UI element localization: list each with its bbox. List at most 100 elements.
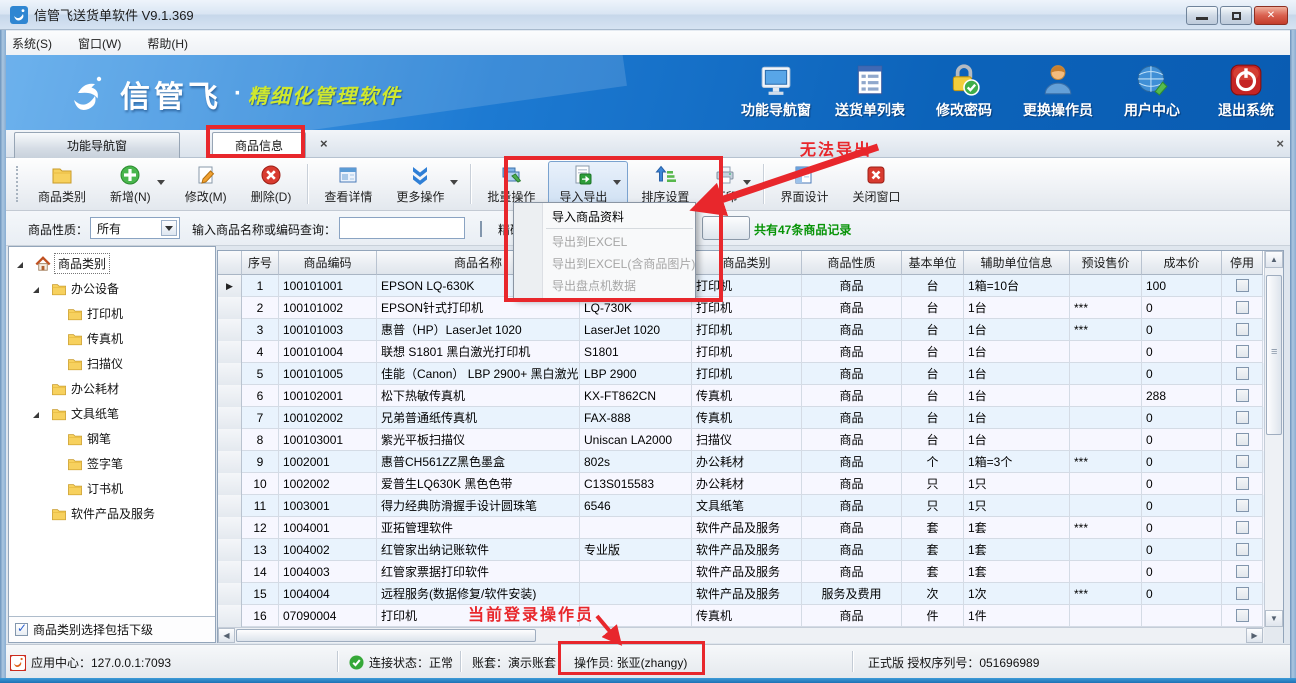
- cell[interactable]: 0: [1142, 319, 1222, 341]
- cell[interactable]: 15: [242, 583, 279, 605]
- horizontal-scroll-thumb[interactable]: [236, 629, 536, 642]
- cell[interactable]: 打印机: [377, 605, 580, 627]
- cell[interactable]: 3: [242, 319, 279, 341]
- tree-item-扫描仪[interactable]: 扫描仪: [9, 351, 215, 376]
- table-row[interactable]: 5100101005佳能（Canon） LBP 2900+ 黑白激光打LBP 2…: [218, 363, 1283, 385]
- cell[interactable]: 套: [902, 561, 964, 583]
- cell[interactable]: [580, 583, 692, 605]
- table-row[interactable]: 1607090004打印机传真机商品件1件: [218, 605, 1283, 627]
- stop-checkbox[interactable]: [1236, 367, 1249, 380]
- cell[interactable]: 1台: [964, 363, 1070, 385]
- stop-checkbox[interactable]: [1236, 455, 1249, 468]
- cell[interactable]: 扫描仪: [692, 429, 802, 451]
- cell[interactable]: 个: [902, 451, 964, 473]
- toolbar-delete-button[interactable]: 删除(D): [240, 161, 303, 207]
- tree-item-传真机[interactable]: 传真机: [9, 326, 215, 351]
- cell[interactable]: 商品: [802, 517, 902, 539]
- tree-item-文具纸笔[interactable]: 文具纸笔: [9, 401, 215, 426]
- cell[interactable]: 只: [902, 495, 964, 517]
- cell[interactable]: 14: [242, 561, 279, 583]
- toolbar-add-button[interactable]: 新增(N): [99, 161, 172, 207]
- cell[interactable]: 红管家票据打印软件: [377, 561, 580, 583]
- nature-select[interactable]: 所有: [90, 217, 180, 239]
- cell[interactable]: [1070, 495, 1142, 517]
- cell-stop-flag[interactable]: [1222, 561, 1263, 583]
- cell[interactable]: ***: [1070, 583, 1142, 605]
- cell[interactable]: [1070, 561, 1142, 583]
- cell[interactable]: 100101005: [279, 363, 377, 385]
- cell[interactable]: ***: [1070, 319, 1142, 341]
- stop-checkbox[interactable]: [1236, 499, 1249, 512]
- cell[interactable]: 07090004: [279, 605, 377, 627]
- cell[interactable]: 6546: [580, 495, 692, 517]
- stop-checkbox[interactable]: [1236, 433, 1249, 446]
- cell[interactable]: 1套: [964, 539, 1070, 561]
- table-row[interactable]: 4100101004联想 S1801 黑白激光打印机S1801打印机商品台1台0: [218, 341, 1283, 363]
- cell[interactable]: 0: [1142, 429, 1222, 451]
- cell[interactable]: 1台: [964, 407, 1070, 429]
- tree-item-软件产品及服务[interactable]: 软件产品及服务: [9, 501, 215, 526]
- cell[interactable]: [1070, 473, 1142, 495]
- scroll-up-icon[interactable]: ▲: [1265, 251, 1283, 268]
- minimize-button[interactable]: [1186, 6, 1218, 25]
- tab-function-nav[interactable]: 功能导航窗: [14, 132, 180, 158]
- cell[interactable]: 5: [242, 363, 279, 385]
- cell[interactable]: 商品: [802, 495, 902, 517]
- table-row[interactable]: 101002002爱普生LQ630K 黑色色带C13S015583办公耗材商品只…: [218, 473, 1283, 495]
- dropdown-caret-icon[interactable]: [450, 180, 458, 185]
- column-header-成本价[interactable]: 成本价: [1142, 251, 1222, 275]
- cell[interactable]: 100102002: [279, 407, 377, 429]
- cell[interactable]: 16: [242, 605, 279, 627]
- cell[interactable]: 0: [1142, 297, 1222, 319]
- precise-checkbox[interactable]: [480, 221, 482, 237]
- cell[interactable]: 台: [902, 297, 964, 319]
- cell[interactable]: FAX-888: [580, 407, 692, 429]
- cell[interactable]: 12: [242, 517, 279, 539]
- table-row[interactable]: 131004002红管家出纳记账软件专业版软件产品及服务商品套1套0: [218, 539, 1283, 561]
- cell[interactable]: C13S015583: [580, 473, 692, 495]
- cell[interactable]: 台: [902, 341, 964, 363]
- cell[interactable]: [1142, 605, 1222, 627]
- cell[interactable]: 紫光平板扫描仪: [377, 429, 580, 451]
- cell[interactable]: 打印机: [692, 297, 802, 319]
- cell[interactable]: ***: [1070, 451, 1142, 473]
- column-header-预设售价[interactable]: 预设售价: [1070, 251, 1142, 275]
- stop-checkbox[interactable]: [1236, 389, 1249, 402]
- cell[interactable]: 0: [1142, 451, 1222, 473]
- scroll-right-icon[interactable]: ▶: [1246, 628, 1263, 643]
- quick-button-monitor[interactable]: 功能导航窗: [738, 63, 814, 120]
- cell-stop-flag[interactable]: [1222, 495, 1263, 517]
- cell[interactable]: 802s: [580, 451, 692, 473]
- cell[interactable]: 0: [1142, 495, 1222, 517]
- stop-checkbox[interactable]: [1236, 521, 1249, 534]
- cell[interactable]: 只: [902, 473, 964, 495]
- cell[interactable]: 商品: [802, 605, 902, 627]
- cell[interactable]: 0: [1142, 583, 1222, 605]
- tree-item-签字笔[interactable]: 签字笔: [9, 451, 215, 476]
- cell[interactable]: LaserJet 1020: [580, 319, 692, 341]
- cell[interactable]: 1套: [964, 517, 1070, 539]
- stop-checkbox[interactable]: [1236, 587, 1249, 600]
- cell[interactable]: 兄弟普通纸传真机: [377, 407, 580, 429]
- cell[interactable]: EPSON针式打印机: [377, 297, 580, 319]
- table-row[interactable]: 121004001亚拓管理软件软件产品及服务商品套1套***0: [218, 517, 1283, 539]
- cell[interactable]: 7: [242, 407, 279, 429]
- stop-checkbox[interactable]: [1236, 609, 1249, 622]
- stop-checkbox[interactable]: [1236, 565, 1249, 578]
- cell[interactable]: 台: [902, 363, 964, 385]
- cell[interactable]: 100101003: [279, 319, 377, 341]
- cell[interactable]: 联想 S1801 黑白激光打印机: [377, 341, 580, 363]
- menu-system[interactable]: 系统(S): [12, 35, 52, 52]
- table-row[interactable]: 8100103001紫光平板扫描仪Uniscan LA2000扫描仪商品台1台0: [218, 429, 1283, 451]
- cell[interactable]: 台: [902, 275, 964, 297]
- cell[interactable]: 1次: [964, 583, 1070, 605]
- cell[interactable]: 商品: [802, 341, 902, 363]
- column-header-序号[interactable]: 序号: [242, 251, 279, 275]
- chevron-down-icon[interactable]: [161, 220, 177, 236]
- cell[interactable]: 软件产品及服务: [692, 583, 802, 605]
- toolbar-print-button[interactable]: 打印: [702, 161, 758, 207]
- cell[interactable]: 0: [1142, 341, 1222, 363]
- stop-checkbox[interactable]: [1236, 543, 1249, 556]
- cell[interactable]: 100: [1142, 275, 1222, 297]
- cell[interactable]: [580, 517, 692, 539]
